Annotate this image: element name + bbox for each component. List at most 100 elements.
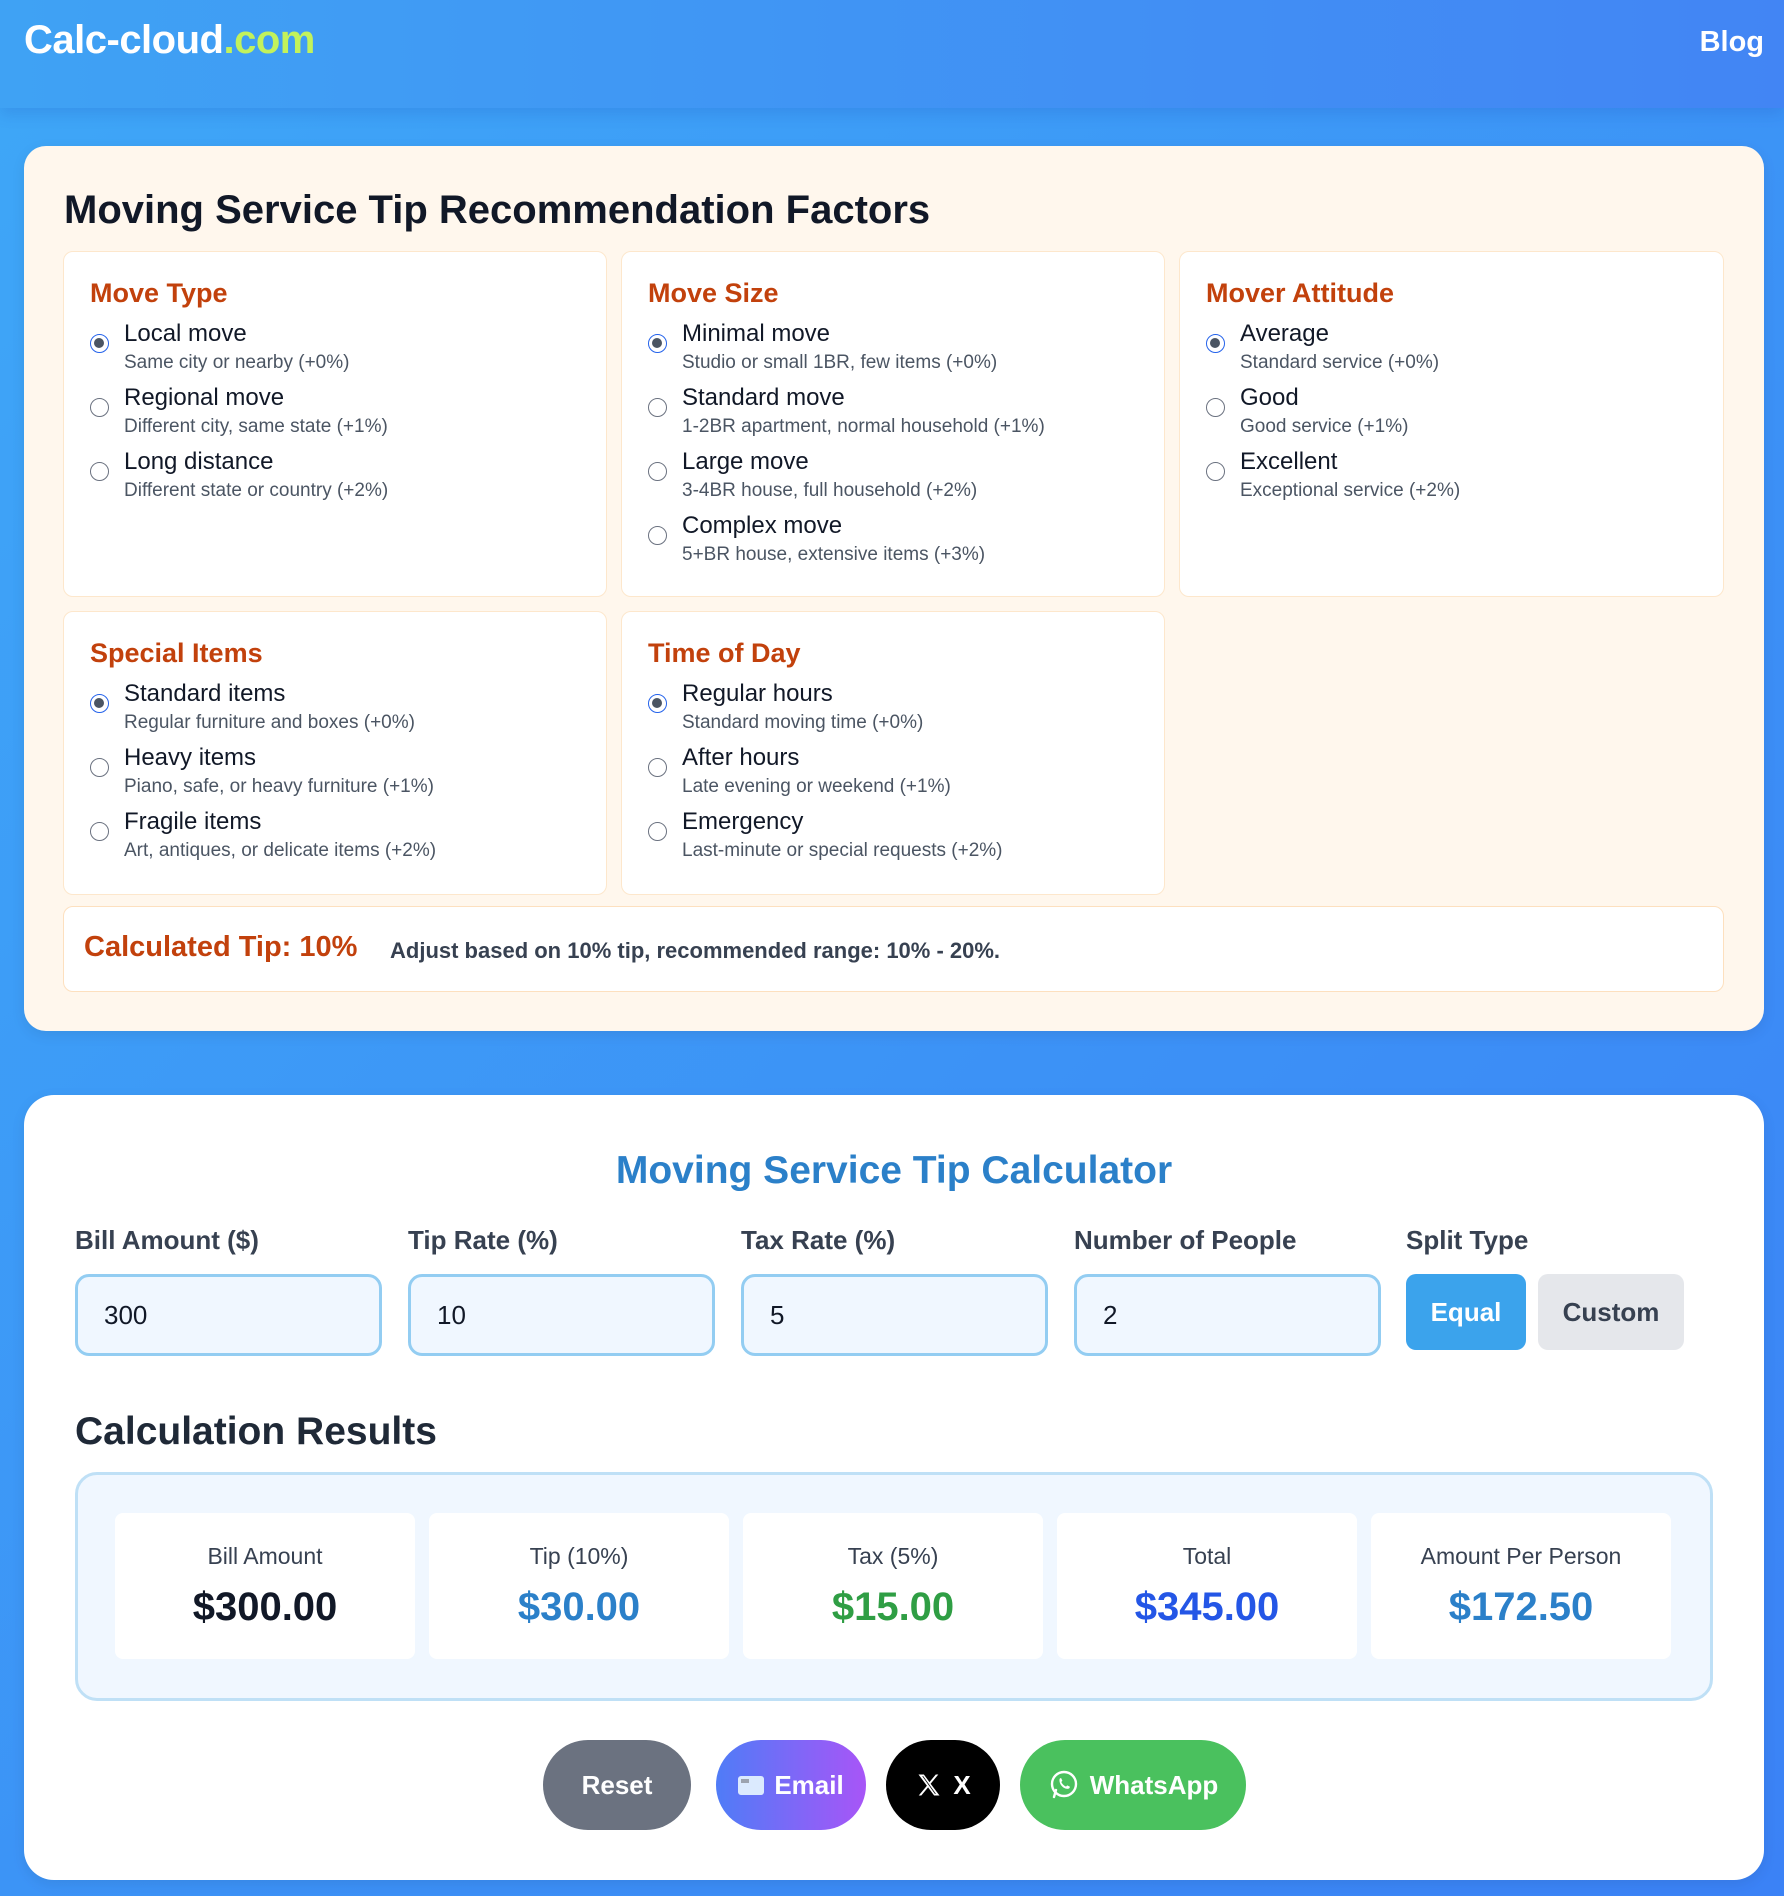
card-title: Move Size <box>648 278 779 308</box>
result-label: Tip (10%) <box>529 1543 629 1569</box>
radio-button[interactable] <box>1206 462 1225 481</box>
option-long-distance[interactable]: Long distance Different state or country… <box>90 448 590 508</box>
option-description: 3-4BR house, full household (+2%) <box>682 480 978 501</box>
whatsapp-icon <box>1050 1770 1077 1799</box>
option-heavy-items[interactable]: Heavy items Piano, safe, or heavy furnit… <box>90 744 590 804</box>
tip-factors-panel: Moving Service Tip Recommendation Factor… <box>24 146 1764 1031</box>
x-logo-icon <box>918 1774 940 1796</box>
option-description: Last-minute or special requests (+2%) <box>682 840 1003 861</box>
radio-button[interactable] <box>648 526 667 545</box>
option-label: Fragile items <box>124 808 262 835</box>
result-value: $15.00 <box>831 1585 955 1629</box>
option-label: Local move <box>124 320 247 347</box>
option-complex-move[interactable]: Complex move 5+BR house, extensive items… <box>648 512 1148 572</box>
radio-button[interactable] <box>90 822 109 841</box>
tax-rate-input[interactable] <box>741 1274 1048 1356</box>
result-label: Bill Amount <box>207 1543 323 1569</box>
site-logo[interactable]: Calc-cloud.com <box>24 18 315 63</box>
result-value: $30.00 <box>517 1585 641 1629</box>
x-share-button[interactable]: X <box>886 1740 1000 1830</box>
option-good[interactable]: Good Good service (+1%) <box>1206 384 1706 444</box>
tip-rate-label: Tip Rate (%) <box>408 1225 558 1255</box>
radio-button[interactable] <box>90 398 109 417</box>
option-emergency[interactable]: Emergency Last-minute or special request… <box>648 808 1148 868</box>
option-regional-move[interactable]: Regional move Different city, same state… <box>90 384 590 444</box>
email-share-button[interactable]: Email <box>716 1740 866 1830</box>
result-label: Total <box>1182 1543 1232 1569</box>
split-custom-button[interactable]: Custom <box>1538 1274 1684 1350</box>
result-tax: Tax (5%) $15.00 <box>743 1513 1043 1659</box>
option-minimal-move[interactable]: Minimal move Studio or small 1BR, few it… <box>648 320 1148 380</box>
radio-button[interactable] <box>648 822 667 841</box>
option-label: Long distance <box>124 448 274 475</box>
card-mover-attitude: Mover Attitude Average Standard service … <box>1179 251 1724 597</box>
option-label: Good <box>1240 384 1299 411</box>
radio-button[interactable] <box>648 334 667 353</box>
option-large-move[interactable]: Large move 3-4BR house, full household (… <box>648 448 1148 508</box>
radio-button[interactable] <box>648 758 667 777</box>
option-description: 1-2BR apartment, normal household (+1%) <box>682 416 1045 437</box>
card-title: Move Type <box>90 278 228 308</box>
results-title: Calculation Results <box>75 1410 437 1453</box>
whatsapp-share-button[interactable]: WhatsApp <box>1020 1740 1246 1830</box>
nav-blog-link[interactable]: Blog <box>1700 26 1764 59</box>
option-description: Studio or small 1BR, few items (+0%) <box>682 352 998 373</box>
option-description: Same city or nearby (+0%) <box>124 352 350 373</box>
result-label: Amount Per Person <box>1420 1543 1622 1569</box>
results-box: Bill Amount $300.00 Tip (10%) $30.00 Tax… <box>75 1472 1713 1701</box>
radio-button[interactable] <box>1206 334 1225 353</box>
card-special-items: Special Items Standard items Regular fur… <box>63 611 607 895</box>
radio-button[interactable] <box>90 758 109 777</box>
result-amount-per-person: Amount Per Person $172.50 <box>1371 1513 1671 1659</box>
radio-button[interactable] <box>648 398 667 417</box>
reset-button[interactable]: Reset <box>543 1740 691 1830</box>
option-regular-hours[interactable]: Regular hours Standard moving time (+0%) <box>648 680 1148 740</box>
option-local-move[interactable]: Local move Same city or nearby (+0%) <box>90 320 590 380</box>
split-equal-button[interactable]: Equal <box>1406 1274 1526 1350</box>
bill-amount-input[interactable] <box>75 1274 382 1356</box>
radio-button[interactable] <box>90 694 109 713</box>
radio-button[interactable] <box>1206 398 1225 417</box>
option-description: Regular furniture and boxes (+0%) <box>124 712 415 733</box>
option-description: 5+BR house, extensive items (+3%) <box>682 544 986 565</box>
tip-calculator-panel: Moving Service Tip Calculator Bill Amoun… <box>24 1095 1764 1880</box>
card-time-of-day: Time of Day Regular hours Standard movin… <box>621 611 1165 895</box>
card-move-size: Move Size Minimal move Studio or small 1… <box>621 251 1165 597</box>
bill-amount-label: Bill Amount ($) <box>75 1225 259 1255</box>
option-average[interactable]: Average Standard service (+0%) <box>1206 320 1706 380</box>
radio-button[interactable] <box>648 694 667 713</box>
option-fragile-items[interactable]: Fragile items Art, antiques, or delicate… <box>90 808 590 868</box>
tip-rate-input[interactable] <box>408 1274 715 1356</box>
result-total: Total $345.00 <box>1057 1513 1357 1659</box>
option-description: Late evening or weekend (+1%) <box>682 776 951 797</box>
option-label: Heavy items <box>124 744 257 771</box>
option-label: Regional move <box>124 384 285 411</box>
option-standard-move[interactable]: Standard move 1-2BR apartment, normal ho… <box>648 384 1148 444</box>
result-value: $300.00 <box>192 1585 338 1629</box>
option-label: After hours <box>682 744 800 771</box>
calculated-tip: Calculated Tip: 10% <box>84 931 358 963</box>
tax-rate-label: Tax Rate (%) <box>741 1225 896 1255</box>
radio-button[interactable] <box>648 462 667 481</box>
option-label: Excellent <box>1240 448 1338 475</box>
radio-button[interactable] <box>90 462 109 481</box>
option-description: Standard service (+0%) <box>1240 352 1440 373</box>
x-label: X <box>953 1769 971 1800</box>
option-description: Piano, safe, or heavy furniture (+1%) <box>124 776 434 797</box>
option-standard-items[interactable]: Standard items Regular furniture and box… <box>90 680 590 740</box>
calculator-title: Moving Service Tip Calculator <box>615 1149 1173 1192</box>
logo-main: Calc-cloud <box>24 18 224 62</box>
result-bill-amount: Bill Amount $300.00 <box>115 1513 415 1659</box>
option-label: Standard items <box>124 680 286 707</box>
option-after-hours[interactable]: After hours Late evening or weekend (+1%… <box>648 744 1148 804</box>
number-of-people-label: Number of People <box>1074 1225 1297 1255</box>
card-move-type: Move Type Local move Same city or nearby… <box>63 251 607 597</box>
radio-button[interactable] <box>90 334 109 353</box>
calculated-tip-bar: Calculated Tip: 10% Adjust based on 10% … <box>63 906 1724 992</box>
number-of-people-input[interactable] <box>1074 1274 1381 1356</box>
card-title: Mover Attitude <box>1206 278 1394 308</box>
email-label: Email <box>774 1769 844 1800</box>
option-label: Complex move <box>682 512 843 539</box>
option-description: Art, antiques, or delicate items (+2%) <box>124 840 437 861</box>
option-excellent[interactable]: Excellent Exceptional service (+2%) <box>1206 448 1706 508</box>
